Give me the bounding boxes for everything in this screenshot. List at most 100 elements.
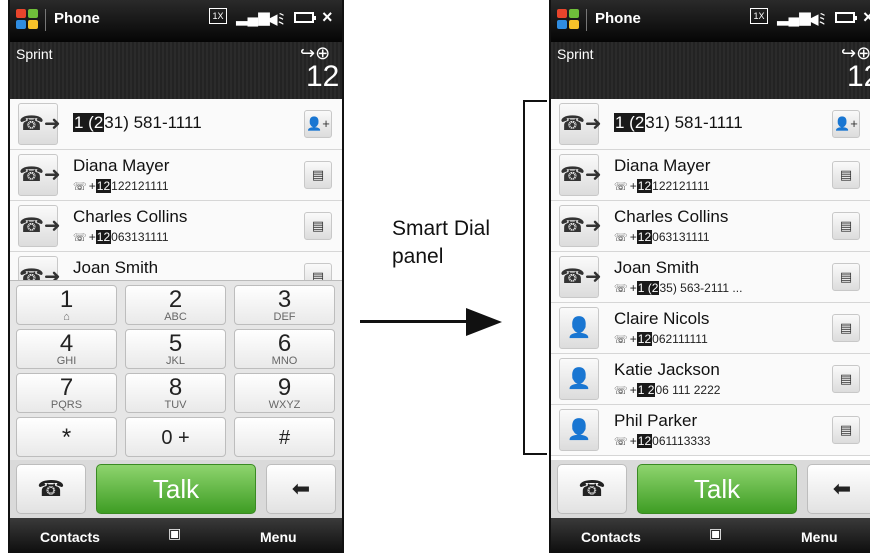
app-title: Phone [54, 10, 100, 27]
phone-type-icon: ☏ [614, 385, 628, 397]
list-item[interactable]: ☎➜ Charles Collins ☏ +12063131111 ▤ [551, 201, 870, 252]
key-4[interactable]: 4 GHI [16, 329, 117, 369]
smart-dial-list: ☎➜ 1 (231) 581-1111 👤+ ☎➜ Diana Mayer ☏ +… [551, 99, 870, 460]
contact-name: Charles Collins [614, 207, 729, 226]
network-1x-icon: 1X [209, 8, 227, 24]
dialed-number: 1 (231) 581-1111 [73, 113, 202, 132]
person-icon[interactable]: 👤 [559, 409, 599, 451]
contact-card-icon[interactable]: ▤ [832, 314, 860, 342]
phone-type-icon: ☏ [73, 232, 87, 244]
key-6[interactable]: 6 MNO [234, 329, 335, 369]
phone-type-icon: ☏ [614, 232, 628, 244]
call-actions: ☎ Talk ⬅ [10, 460, 342, 518]
list-item[interactable]: ☎➜ Joan Smith ▤ [10, 252, 342, 280]
soft-key-bar: Contacts ▣ Menu [10, 518, 342, 553]
call-icon[interactable]: ☎➜ [559, 256, 602, 298]
phone-type-icon: ☏ [614, 436, 628, 448]
phone-type-icon: ☏ [73, 181, 87, 193]
carrier-name: Sprint [557, 46, 594, 62]
list-item[interactable]: 👤 Phil Parker ☏ +12061113333 ▤ [551, 405, 870, 456]
key-hash[interactable]: # [234, 417, 335, 457]
contact-number: ☏ +1 206 111 2222 [614, 383, 721, 397]
add-contact-icon[interactable]: 👤+ [304, 110, 332, 138]
backspace-button[interactable]: ⬅ [807, 464, 870, 514]
windows-start-icon[interactable] [16, 9, 40, 31]
close-icon[interactable]: × [863, 7, 870, 28]
key-2[interactable]: 2 ABC [125, 285, 226, 325]
menu-softkey[interactable]: Menu [260, 529, 297, 545]
call-icon[interactable]: ☎➜ [18, 256, 61, 280]
list-item[interactable]: ☎➜ Diana Mayer ☏ +12122121111 ▤ [10, 150, 342, 201]
contacts-softkey[interactable]: Contacts [40, 529, 100, 545]
menu-softkey[interactable]: Menu [801, 529, 838, 545]
key-star[interactable]: * [16, 417, 117, 457]
list-item[interactable]: 👤 Claire Nicols ☏ +12062111111 ▤ [551, 303, 870, 354]
contacts-softkey[interactable]: Contacts [581, 529, 641, 545]
contacts-icon[interactable]: ☎ [557, 464, 627, 514]
contact-number: ☏ +12122121111 [73, 179, 169, 193]
speaker-icon[interactable]: ◀ﾐ [266, 8, 285, 29]
signal-icon[interactable]: ▂▄▆ [777, 8, 811, 26]
key-8[interactable]: 8 TUV [125, 373, 226, 413]
contact-number: ☏ +12063131111 [73, 230, 169, 244]
call-icon[interactable]: ☎➜ [18, 103, 61, 145]
key-5[interactable]: 5 JKL [125, 329, 226, 369]
battery-icon[interactable] [835, 12, 857, 23]
signal-icon[interactable]: ▂▄▆ [236, 8, 270, 26]
call-icon[interactable]: ☎➜ [18, 205, 61, 247]
key-0[interactable]: 0 + [125, 417, 226, 457]
call-icon[interactable]: ☎➜ [559, 205, 602, 247]
talk-button[interactable]: Talk [637, 464, 797, 514]
list-item[interactable]: ☎➜ Joan Smith ☏ +1 (235) 563-2111 ... ▤ [551, 252, 870, 303]
arrow-line [360, 320, 470, 323]
app-title: Phone [595, 10, 641, 27]
phone-type-icon: ☏ [614, 283, 628, 295]
list-item[interactable]: 👤 Katie Jackson ☏ +1 206 111 2222 ▤ [551, 354, 870, 405]
contact-name: Joan Smith [614, 258, 700, 277]
call-actions: ☎ Talk ⬅ [551, 460, 870, 518]
battery-icon[interactable] [294, 12, 316, 23]
speaker-icon[interactable]: ◀ﾐ [807, 8, 826, 29]
call-icon[interactable]: ☎➜ [559, 103, 602, 145]
contact-name: Diana Mayer [73, 156, 170, 175]
key-7[interactable]: 7 PQRS [16, 373, 117, 413]
contact-card-icon[interactable]: ▤ [832, 263, 860, 291]
windows-start-icon[interactable] [557, 9, 581, 31]
key-3[interactable]: 3 DEF [234, 285, 335, 325]
talk-button[interactable]: Talk [96, 464, 256, 514]
call-icon[interactable]: ☎➜ [559, 154, 602, 196]
close-icon[interactable]: × [322, 7, 333, 28]
contact-card-icon[interactable]: ▤ [832, 161, 860, 189]
list-item[interactable]: ☎➜ 1 (231) 581-1111 👤+ [551, 99, 870, 150]
person-icon[interactable]: 👤 [559, 358, 599, 400]
contact-number: ☏ +12122121111 [614, 179, 710, 193]
keyboard-toggle-icon[interactable]: ▣ [168, 525, 181, 542]
add-contact-icon[interactable]: 👤+ [832, 110, 860, 138]
phone-screen-left: Phone 1X ▂▄▆ ◀ﾐ × Sprint ↪⊕ 12 ☎➜ 1 (231… [8, 0, 344, 553]
list-item[interactable]: ☎➜ Charles Collins ☏ +12063131111 ▤ [10, 201, 342, 252]
call-icon[interactable]: ☎➜ [18, 154, 61, 196]
voicemail-icon: ⌂ [63, 311, 70, 323]
contact-card-icon[interactable]: ▤ [304, 263, 332, 280]
contact-card-icon[interactable]: ▤ [304, 212, 332, 240]
phone-type-icon: ☏ [614, 334, 628, 346]
contact-card-icon[interactable]: ▤ [832, 416, 860, 444]
contact-card-icon[interactable]: ▤ [832, 212, 860, 240]
key-9[interactable]: 9 WXYZ [234, 373, 335, 413]
contacts-icon[interactable]: ☎ [16, 464, 86, 514]
carrier-bar: Sprint ↪⊕ 12 [10, 42, 342, 99]
contact-card-icon[interactable]: ▤ [304, 161, 332, 189]
list-item[interactable]: ☎➜ 1 (231) 581-1111 👤+ [10, 99, 342, 150]
contact-name: Phil Parker [614, 411, 698, 430]
dialed-number: 1 (231) 581-1111 [614, 113, 743, 132]
list-item[interactable]: ☎➜ Diana Mayer ☏ +12122121111 ▤ [551, 150, 870, 201]
contact-number: ☏ +12063131111 [614, 230, 710, 244]
keyboard-toggle-icon[interactable]: ▣ [709, 525, 722, 542]
key-1[interactable]: 1 ⌂ [16, 285, 117, 325]
smart-dial-label: Smart Dial panel [392, 217, 491, 268]
contact-card-icon[interactable]: ▤ [832, 365, 860, 393]
arrow-head [466, 308, 502, 336]
person-icon[interactable]: 👤 [559, 307, 599, 349]
figure: Phone 1X ▂▄▆ ◀ﾐ × Sprint ↪⊕ 12 ☎➜ 1 (231… [0, 0, 870, 553]
backspace-button[interactable]: ⬅ [266, 464, 336, 514]
